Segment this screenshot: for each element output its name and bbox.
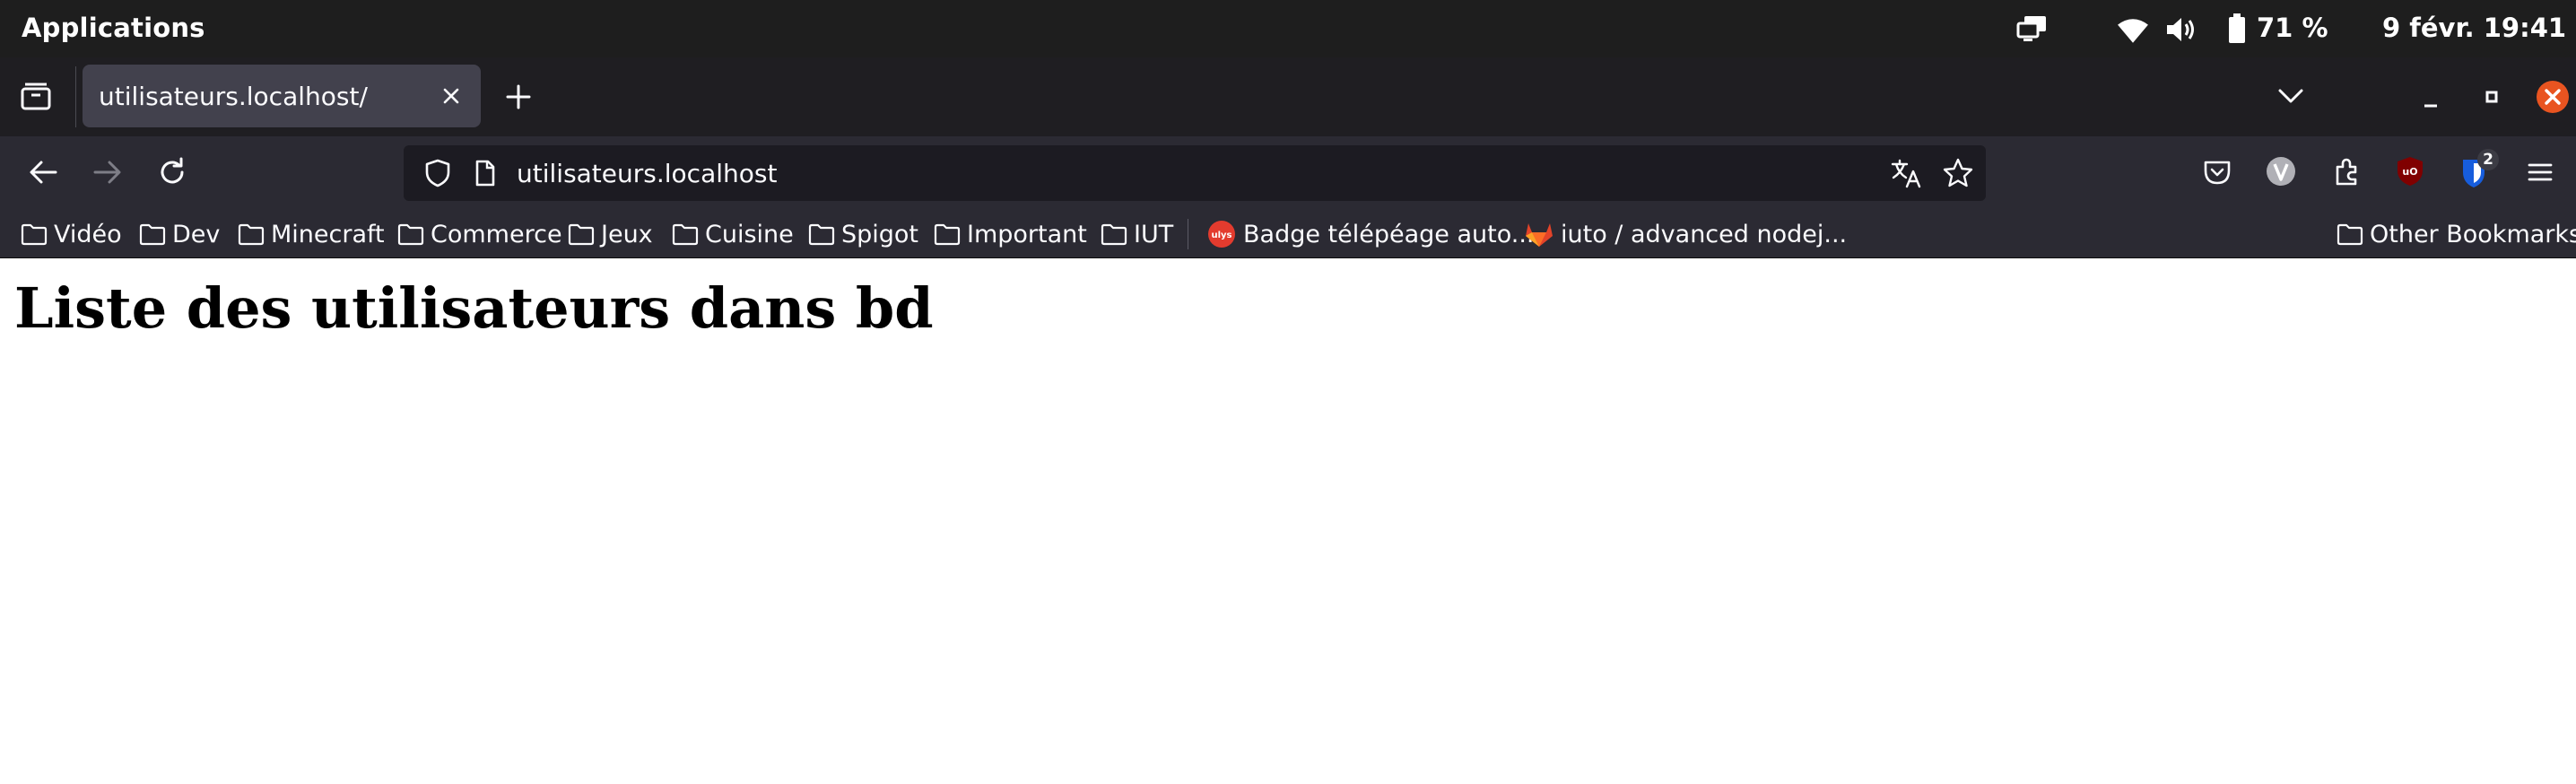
system-top-bar: Applications 71 % 9 févr. 19:41: [0, 0, 2576, 57]
bookmark-folder-dev[interactable]: Dev: [138, 217, 220, 251]
bookmarks-toolbar: Vidéo Dev Minecraft Commerce Jeux Cuisin…: [0, 208, 2576, 258]
chevron-down-icon[interactable]: [2275, 83, 2307, 109]
tab-overview-icon[interactable]: [20, 81, 52, 111]
bookmark-folder-label: Minecraft: [271, 220, 385, 248]
pocket-icon[interactable]: [2201, 156, 2233, 188]
bookmark-folder-label: Commerce: [431, 220, 562, 248]
tab-title: utilisateurs.localhost/: [99, 82, 368, 111]
reload-icon[interactable]: [154, 154, 190, 190]
folder-icon: [568, 223, 595, 246]
gitlab-icon: [1526, 223, 1553, 247]
bitwarden-badge: 2: [2477, 149, 2499, 170]
battery-icon[interactable]: [2221, 13, 2253, 45]
account-avatar-icon[interactable]: [2264, 154, 2298, 188]
url-input[interactable]: utilisateurs.localhost: [517, 159, 777, 188]
bookmark-folder-cuisine[interactable]: Cuisine: [671, 217, 794, 251]
bookmark-folder-important[interactable]: Important: [933, 217, 1087, 251]
ulys-icon: ulys: [1208, 221, 1235, 248]
svg-text:ulys: ulys: [1211, 231, 1231, 240]
page-title: Liste des utilisateurs dans bd: [14, 275, 934, 341]
bookmark-folder-label: Dev: [172, 220, 221, 248]
volume-icon[interactable]: [2165, 13, 2197, 46]
navigation-toolbar: utilisateurs.localhost uO 2: [0, 136, 2576, 208]
page-icon[interactable]: [472, 157, 499, 189]
tab-strip: utilisateurs.localhost/: [0, 57, 2576, 136]
bookmark-folder-label: Jeux: [601, 220, 653, 248]
star-icon[interactable]: [1941, 156, 1975, 190]
bookmark-label: iuto / advanced nodej...: [1561, 220, 1848, 248]
wifi-icon[interactable]: [2117, 14, 2149, 47]
tab-utilisateurs[interactable]: utilisateurs.localhost/: [83, 65, 481, 127]
url-bar[interactable]: utilisateurs.localhost: [404, 145, 1986, 201]
bookmark-gitlab-iuto[interactable]: iuto / advanced nodej...: [1523, 217, 1847, 251]
bookmark-folder-jeux[interactable]: Jeux: [567, 217, 653, 251]
minimize-window-icon[interactable]: [2415, 83, 2447, 115]
folder-icon: [21, 223, 48, 246]
bookmark-folder-label: Spigot: [841, 220, 919, 248]
folder-icon: [808, 223, 835, 246]
page-content: Liste des utilisateurs dans bd: [0, 259, 2576, 784]
ublock-origin-icon[interactable]: uO: [2393, 154, 2427, 188]
other-bookmarks[interactable]: Other Bookmarks: [2336, 217, 2576, 251]
battery-percentage: 71 %: [2257, 13, 2328, 43]
display-icon[interactable]: [2016, 13, 2049, 46]
bookmark-folder-label: IUT: [1134, 220, 1174, 248]
hamburger-icon[interactable]: [2524, 156, 2556, 188]
forward-arrow-icon[interactable]: [90, 156, 126, 188]
tab-divider: [75, 66, 76, 127]
folder-icon: [139, 223, 166, 246]
close-tab-icon[interactable]: [436, 81, 466, 111]
bookmark-folder-video[interactable]: Vidéo: [20, 217, 122, 251]
folder-icon: [238, 223, 265, 246]
extensions-puzzle-icon[interactable]: [2330, 154, 2364, 188]
applications-menu[interactable]: Applications: [22, 13, 205, 43]
folder-icon: [2337, 223, 2363, 246]
folder-icon: [672, 223, 699, 246]
bookmark-folder-spigot[interactable]: Spigot: [807, 217, 918, 251]
svg-text:uO: uO: [2402, 166, 2417, 178]
close-window-icon[interactable]: [2535, 79, 2571, 115]
translate-icon[interactable]: [1889, 156, 1923, 190]
shield-icon[interactable]: [422, 157, 454, 189]
other-bookmarks-label: Other Bookmarks: [2370, 220, 2576, 248]
folder-icon: [934, 223, 961, 246]
date-time[interactable]: 9 févr. 19:41: [2382, 13, 2566, 43]
folder-icon: [1101, 223, 1127, 246]
bookmark-folder-label: Cuisine: [705, 220, 794, 248]
bookmark-badge-telepeage[interactable]: ulys Badge télépéage auto...: [1207, 217, 1535, 251]
folder-icon: [397, 223, 424, 246]
bookmark-label: Badge télépéage auto...: [1243, 220, 1535, 248]
plus-icon[interactable]: [502, 81, 535, 113]
bookmark-folder-iut[interactable]: IUT: [1100, 217, 1173, 251]
bookmark-folder-label: Important: [967, 220, 1087, 248]
bookmark-folder-commerce[interactable]: Commerce: [396, 217, 562, 251]
bookmark-folder-label: Vidéo: [54, 220, 122, 248]
bookmark-folder-minecraft[interactable]: Minecraft: [237, 217, 385, 251]
maximize-window-icon[interactable]: [2476, 81, 2508, 113]
back-arrow-icon[interactable]: [25, 156, 61, 188]
